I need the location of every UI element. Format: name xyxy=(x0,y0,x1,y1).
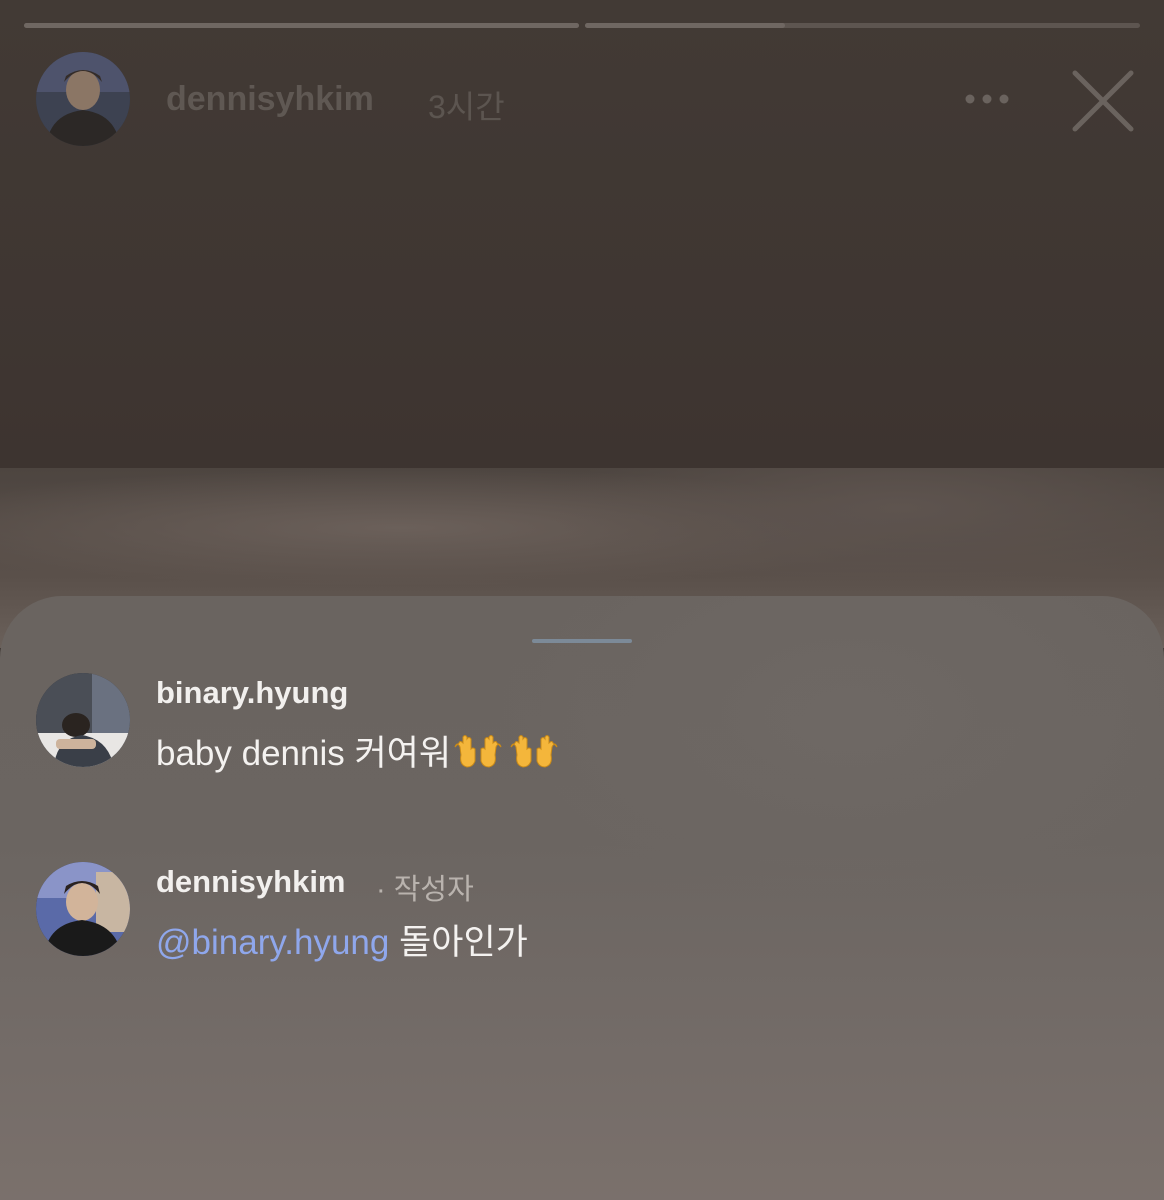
comment-username[interactable]: dennisyhkim xyxy=(156,864,346,900)
story-header: dennisyhkim 3시간 xyxy=(36,52,1136,148)
commenter-avatar[interactable] xyxy=(36,862,130,956)
author-badge: · 작성자 xyxy=(376,874,474,906)
close-icon[interactable] xyxy=(1070,68,1136,134)
sheet-grabber-handle[interactable] xyxy=(532,639,632,643)
comment-text: @binary.hyung 돌아인가 xyxy=(156,914,528,965)
comment-username[interactable]: binary.hyung xyxy=(156,675,348,711)
story-author-name[interactable]: dennisyhkim xyxy=(166,80,374,119)
comment-item: binary.hyung baby dennis 커여워 xyxy=(36,673,1128,773)
raising-hands-icon xyxy=(454,735,558,768)
more-options-icon[interactable] xyxy=(964,92,1010,106)
commenter-avatar[interactable] xyxy=(36,673,130,767)
story-progress-segment-2 xyxy=(585,23,1140,28)
comment-text: baby dennis 커여워 xyxy=(156,725,563,776)
comment-item: dennisyhkim · 작성자 @binary.hyung 돌아인가 xyxy=(36,862,1128,962)
story-progress-segment-1 xyxy=(24,23,579,28)
story-viewer: dennisyhkim 3시간 xyxy=(0,0,1164,468)
comment-body: baby dennis 커여워 xyxy=(156,734,452,773)
story-author-avatar[interactable] xyxy=(36,52,130,146)
story-time-ago: 3시간 xyxy=(428,89,505,125)
comment-body: 돌아인가 xyxy=(389,923,528,962)
comments-sheet: binary.hyung baby dennis 커여워 dennisyhkim… xyxy=(0,596,1164,1200)
story-progress-bar xyxy=(24,23,1140,28)
mention-link[interactable]: @binary.hyung xyxy=(156,923,389,962)
